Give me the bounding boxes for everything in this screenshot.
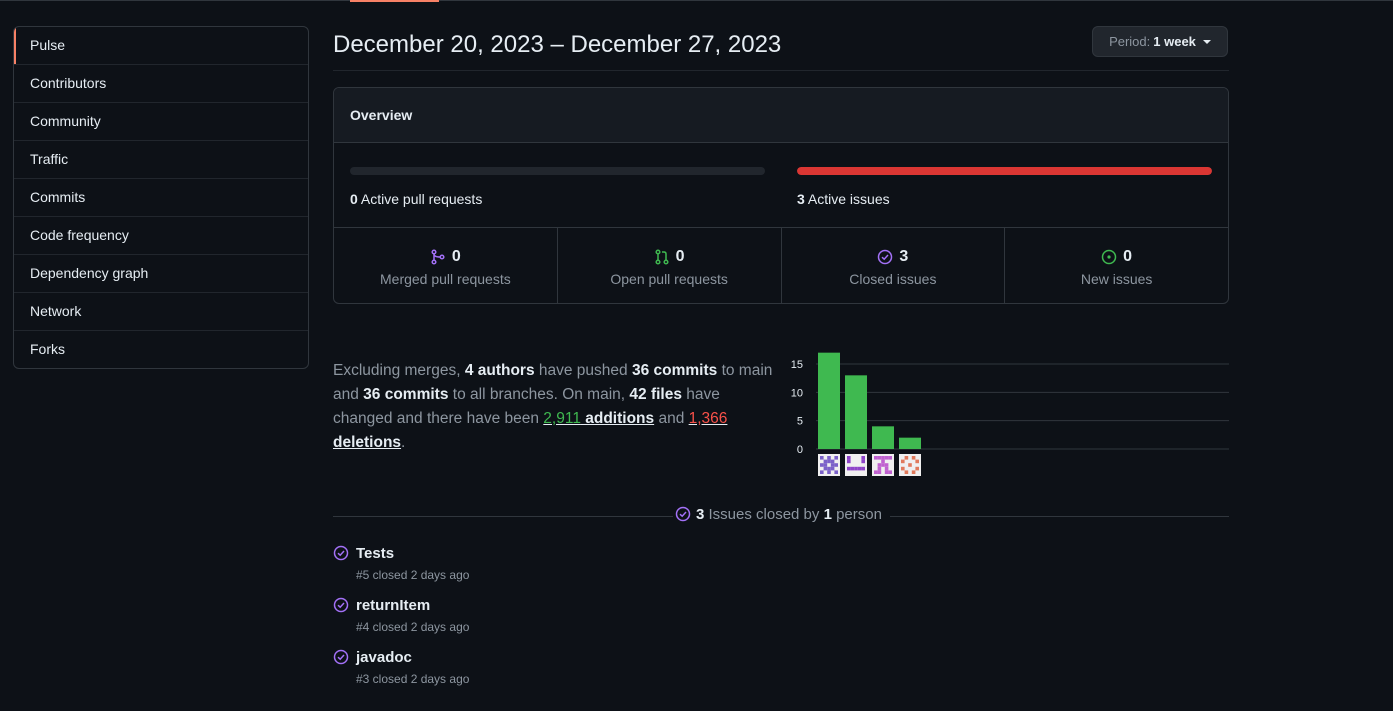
deletions-count: 1,366 <box>688 410 728 427</box>
merge-icon <box>431 249 445 265</box>
sidebar-item-contributors[interactable]: Contributors <box>14 64 308 102</box>
issue-closed-icon <box>878 249 893 265</box>
period-label: Period: <box>1109 34 1151 49</box>
pull-request-icon <box>655 249 669 265</box>
issue-meta: #3 closed 2 days ago <box>356 672 470 686</box>
summary-text-1: Excluding merges, <box>333 362 465 379</box>
avatar[interactable] <box>899 454 921 476</box>
active-pull-requests-count: 0 <box>350 191 358 207</box>
issues-divider-right <box>890 516 1229 517</box>
issues-caption: 3 Active issues <box>797 191 1212 207</box>
y-tick-label: 0 <box>797 444 803 456</box>
y-tick-label: 15 <box>791 359 803 371</box>
additions-link[interactable]: 2,911 additions <box>543 410 654 427</box>
commit-bar[interactable] <box>818 352 840 449</box>
summary-text-4: to all branches. On main, <box>448 386 630 403</box>
pull-requests-progress-track <box>350 167 765 175</box>
issues-progress-fill <box>797 167 1212 175</box>
active-issues-label: Active issues <box>807 191 890 207</box>
header-divider <box>333 70 1229 71</box>
sidebar-item-forks[interactable]: Forks <box>14 330 308 368</box>
sidebar-item-network[interactable]: Network <box>14 292 308 330</box>
activity-bars: 0 Active pull requests 3 Active issues <box>334 143 1228 228</box>
new-issues-count: 0 <box>1123 248 1133 265</box>
summary-text-2: have pushed <box>534 362 632 379</box>
sidebar-item-community[interactable]: Community <box>14 102 308 140</box>
issue-meta: #4 closed 2 days ago <box>356 620 470 634</box>
period-value: 1 week <box>1153 34 1196 49</box>
y-tick-label: 10 <box>791 387 803 399</box>
pull-requests-caption: 0 Active pull requests <box>350 191 765 207</box>
issue-meta: #5 closed 2 days ago <box>356 568 470 582</box>
issues-progress-track <box>797 167 1212 175</box>
open-pr-count: 0 <box>675 248 685 265</box>
issue-title-link[interactable]: returnItem <box>356 597 430 614</box>
issue-title-link[interactable]: Tests <box>356 545 394 562</box>
additions-label: additions <box>580 410 655 427</box>
overview-stats: 0 Merged pull requests 0 Open pull reque… <box>334 228 1228 303</box>
period-dropdown-button[interactable]: Period: 1 week <box>1092 26 1228 57</box>
commit-bar[interactable] <box>845 375 867 449</box>
active-tab-indicator <box>350 0 439 2</box>
active-pull-requests[interactable]: 0 Active pull requests <box>350 167 765 207</box>
sidebar-item-code-frequency[interactable]: Code frequency <box>14 216 308 254</box>
files-count: 42 files <box>629 386 682 403</box>
top-border <box>0 0 1393 1</box>
page-title: December 20, 2023 – December 27, 2023 <box>333 31 782 58</box>
overview-title: Overview <box>334 88 1228 143</box>
issue-opened-icon <box>1101 249 1117 265</box>
issue-title-link[interactable]: javadoc <box>356 649 412 666</box>
overview-box: Overview 0 Active pull requests 3 Active… <box>333 87 1229 304</box>
new-issues-label: New issues <box>1080 271 1153 287</box>
commit-bar[interactable] <box>899 437 921 449</box>
avatar[interactable] <box>872 454 894 476</box>
active-issues-count: 3 <box>797 191 805 207</box>
closed-issues-label: Closed issues <box>849 271 937 287</box>
issue-closed-icon <box>333 597 349 613</box>
open-pr-label: Open pull requests <box>610 271 728 287</box>
additions-count: 2,911 <box>543 410 581 427</box>
sidebar-item-dependency-graph[interactable]: Dependency graph <box>14 254 308 292</box>
sidebar-item-commits[interactable]: Commits <box>14 178 308 216</box>
stat-open-pull-requests[interactable]: 0 Open pull requests <box>556 228 781 303</box>
avatar[interactable] <box>845 454 867 476</box>
issue-closed-icon <box>675 506 691 522</box>
commits-all-count: 36 commits <box>363 386 449 403</box>
active-pull-requests-label: Active pull requests <box>360 191 483 207</box>
issue-closed-icon <box>333 649 349 665</box>
commits-by-author-chart: 0 5 10 15 <box>791 352 1229 476</box>
stat-merged-pull-requests[interactable]: 0 Merged pull requests <box>334 228 557 303</box>
deletions-label: deletions <box>333 434 402 451</box>
commits-main-count: 36 commits <box>631 362 718 379</box>
issue-closed-icon <box>333 545 349 561</box>
commit-summary: Excluding merges, 4 authors have pushed … <box>333 359 783 455</box>
authors-count: 4 authors <box>464 362 535 379</box>
stat-closed-issues[interactable]: 3 Closed issues <box>780 228 1005 303</box>
issues-closed-text-1: Issues closed by <box>704 505 824 523</box>
triangle-down-icon <box>1202 39 1211 44</box>
merged-count: 0 <box>451 248 461 265</box>
insights-sidebar: Pulse Contributors Community Traffic Com… <box>13 26 309 369</box>
summary-text-7: . <box>401 434 406 451</box>
active-issues[interactable]: 3 Active issues <box>797 167 1212 207</box>
sidebar-item-pulse[interactable]: Pulse <box>14 27 308 64</box>
sidebar-item-traffic[interactable]: Traffic <box>14 140 308 178</box>
summary-text-6: and <box>654 410 689 427</box>
issues-closed-text-2: person <box>831 505 882 523</box>
merged-label: Merged pull requests <box>380 271 511 287</box>
issues-closed-heading: 3 Issues closed by 1 person <box>675 503 882 525</box>
issues-divider-left <box>333 516 673 517</box>
y-tick-label: 5 <box>797 416 803 428</box>
commit-bar[interactable] <box>872 426 894 449</box>
closed-issues-count: 3 <box>899 248 909 265</box>
avatar[interactable] <box>818 454 840 476</box>
stat-new-issues[interactable]: 0 New issues <box>1004 228 1228 303</box>
issues-closed-people: 1 <box>823 505 832 523</box>
